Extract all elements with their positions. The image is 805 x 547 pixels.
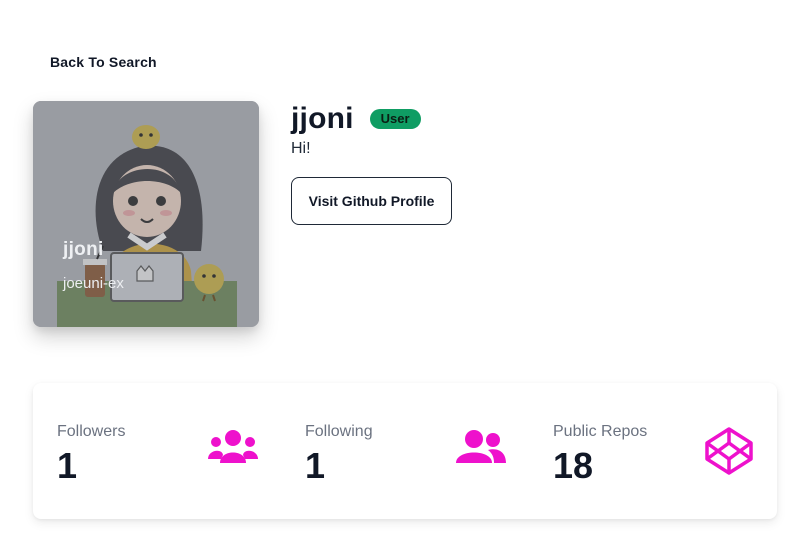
stat-followers: Followers 1	[33, 383, 281, 519]
stat-value: 1	[57, 445, 78, 486]
stat-following: Following 1	[281, 383, 529, 519]
stat-public-repos: Public Repos 18	[529, 383, 777, 519]
card-name: jjoni	[63, 239, 104, 260]
users-group-icon	[208, 430, 258, 463]
stat-value: 18	[553, 445, 594, 486]
user-bio: Hi!	[291, 140, 311, 157]
user-info: jjoni User	[291, 101, 421, 137]
stat-label: Followers	[57, 423, 126, 440]
stat-value: 1	[305, 445, 326, 486]
stat-label: Following	[305, 423, 373, 440]
card-overlay	[33, 101, 259, 327]
stat-label: Public Repos	[553, 423, 648, 440]
stats-panel: Followers 1 Following 1 Public Repos 18	[33, 383, 777, 519]
user-type-badge: User	[369, 109, 421, 129]
codepen-icon	[705, 427, 753, 475]
back-to-search-link[interactable]: Back To Search	[50, 54, 157, 70]
page-title: jjoni	[291, 102, 354, 135]
user-friends-icon	[456, 430, 506, 463]
card-login: joeuni-ex	[63, 275, 124, 292]
visit-github-profile-button[interactable]: Visit Github Profile	[291, 177, 452, 225]
name-row: jjoni User	[291, 101, 421, 137]
profile-card: jjoni joeuni-ex	[33, 101, 259, 327]
